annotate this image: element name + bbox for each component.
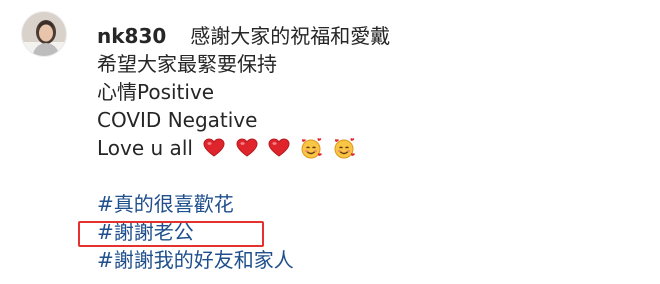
- red-heart-icon: [203, 137, 225, 159]
- red-heart-icon: [268, 137, 290, 159]
- caption-line: Love u all: [97, 136, 193, 160]
- red-heart-icon: [236, 137, 258, 159]
- caption-line: 希望大家最緊要保持: [97, 52, 277, 76]
- hashtag-link[interactable]: #真的很喜歡花: [97, 190, 637, 218]
- caption-line: 感謝大家的祝福和愛戴: [190, 24, 391, 48]
- smiling-face-with-hearts-icon: [333, 137, 355, 159]
- avatar-photo: [22, 12, 66, 56]
- caption-line: COVID Negative: [97, 108, 258, 132]
- hashtag-link[interactable]: #謝謝我的好友和家人: [97, 246, 637, 274]
- avatar[interactable]: [21, 11, 67, 57]
- highlight-box: [78, 221, 264, 247]
- smiling-face-with-hearts-icon: [300, 137, 323, 159]
- caption-first-line: nk830 感謝大家的祝福和愛戴: [97, 22, 637, 50]
- username-link[interactable]: nk830: [97, 24, 166, 48]
- caption-line: 心情Positive: [97, 80, 215, 104]
- caption-line-with-emojis: Love u all: [97, 134, 637, 162]
